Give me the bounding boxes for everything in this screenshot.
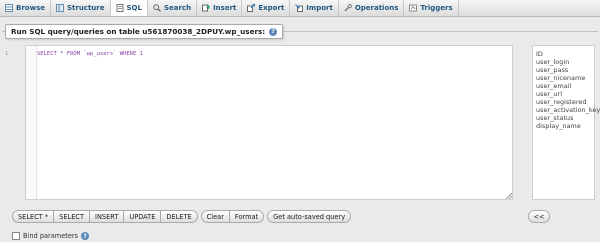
tab-label: Browse [16, 4, 45, 12]
column-item[interactable]: user_login [536, 58, 594, 66]
export-icon [247, 4, 256, 12]
tab-search[interactable]: Search [148, 0, 198, 16]
query-template-group: SELECT * SELECT INSERT UPDATE DELETE [12, 210, 198, 223]
column-item[interactable]: user_registered [536, 98, 594, 106]
tab-triggers[interactable]: Triggers [404, 0, 459, 16]
insert-icon [202, 4, 211, 12]
delete-button[interactable]: DELETE [160, 210, 198, 223]
column-item[interactable]: user_activation_key [536, 106, 600, 114]
bind-parameters-option[interactable]: Bind parameters ? [12, 232, 90, 240]
tab-label: Search [163, 4, 192, 12]
tab-sql[interactable]: SQL [110, 0, 148, 16]
clear-button[interactable]: Clear [200, 210, 230, 223]
sql-icon [116, 3, 123, 12]
column-item[interactable]: display_name [536, 122, 594, 130]
column-item[interactable]: user_pass [536, 66, 594, 74]
column-item[interactable]: user_url [536, 90, 594, 98]
operations-icon [344, 4, 352, 12]
help-icon[interactable]: ? [269, 27, 278, 36]
tab-bar: Browse Structure SQL Search Insert Expor… [0, 0, 600, 17]
query-button-row: SELECT * SELECT INSERT UPDATE DELETE Cle… [12, 210, 352, 223]
triggers-icon [409, 4, 418, 12]
line-number: 1 [5, 51, 9, 57]
insert-button[interactable]: INSERT [89, 210, 125, 223]
tab-label: Import [306, 4, 333, 12]
column-item[interactable]: user_nicename [536, 74, 594, 82]
tab-export[interactable]: Export [242, 0, 291, 16]
format-button[interactable]: Format [228, 210, 265, 223]
tab-label: Export [258, 4, 285, 12]
insert-column-button[interactable]: << [528, 210, 550, 223]
search-icon [153, 4, 161, 12]
columns-list[interactable]: ID user_login user_pass user_nicename us… [532, 45, 600, 200]
select-star-button[interactable]: SELECT * [12, 210, 55, 223]
tab-label: Triggers [420, 4, 453, 12]
auto-saved-query-button[interactable]: Get auto-saved query [267, 210, 352, 223]
tab-operations[interactable]: Operations [339, 0, 405, 16]
tab-browse[interactable]: Browse [0, 0, 51, 16]
tab-label: Insert [213, 4, 237, 12]
column-item[interactable]: user_status [536, 114, 594, 122]
tab-insert[interactable]: Insert [197, 0, 243, 16]
column-item[interactable]: ID [536, 50, 594, 58]
bind-parameters-label: Bind parameters [23, 232, 79, 240]
resize-handle-icon[interactable] [506, 193, 512, 199]
editor-tools-group: Clear Format [200, 210, 265, 223]
help-icon[interactable]: ? [81, 232, 90, 240]
tab-structure[interactable]: Structure [51, 0, 111, 16]
select-button[interactable]: SELECT [53, 210, 91, 223]
sql-query-text[interactable]: SELECT * FROM `wp_users` WHERE 1 [37, 51, 143, 57]
bind-parameters-checkbox[interactable] [12, 232, 20, 240]
browse-icon [5, 4, 13, 12]
import-icon [295, 4, 304, 12]
tab-label: Operations [354, 4, 399, 12]
tab-import[interactable]: Import [290, 0, 339, 16]
tab-label: Structure [66, 4, 105, 12]
structure-icon [55, 4, 64, 12]
update-button[interactable]: UPDATE [123, 210, 162, 223]
column-item[interactable]: user_email [536, 82, 594, 90]
legend-text: Run SQL query/queries on table u56187003… [11, 27, 266, 36]
query-legend: Run SQL query/queries on table u56187003… [5, 24, 284, 39]
sql-editor[interactable] [25, 45, 513, 200]
line-gutter [26, 46, 37, 199]
tab-label: SQL [126, 3, 142, 12]
